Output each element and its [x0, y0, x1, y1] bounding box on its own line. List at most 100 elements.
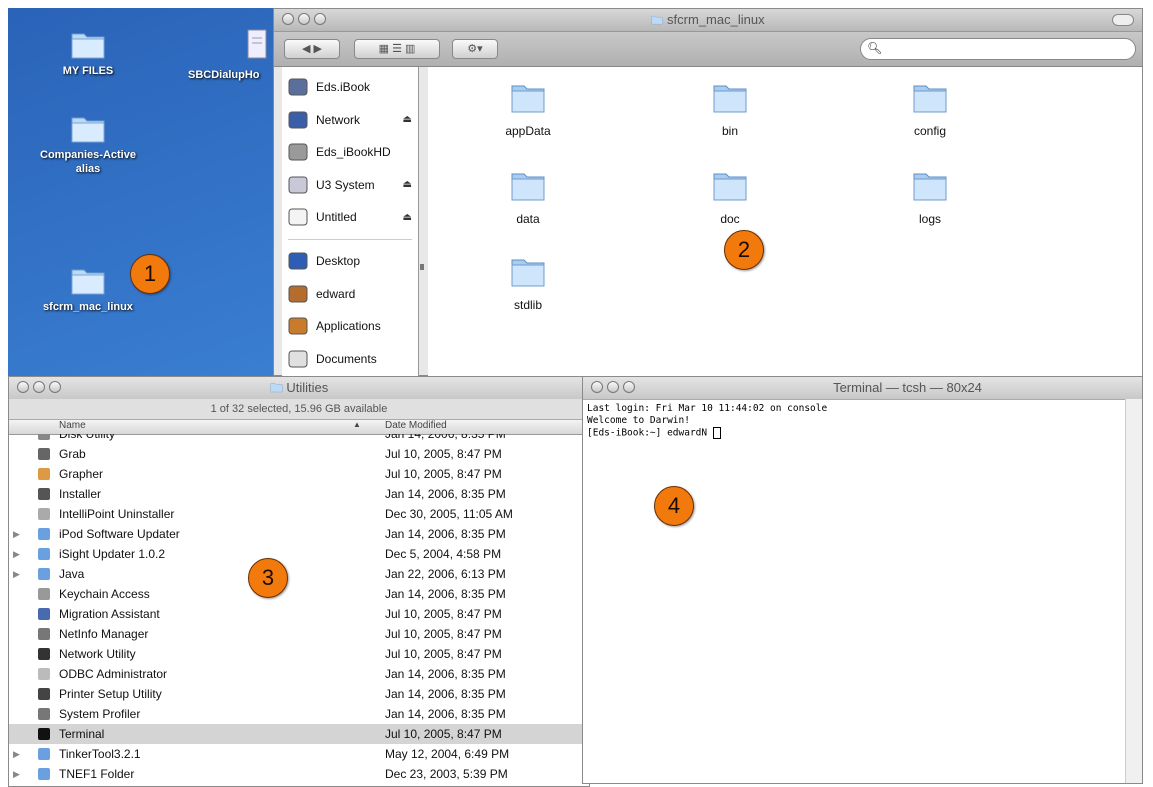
row-date-modified: Jul 10, 2005, 8:47 PM — [385, 647, 502, 661]
disclosure-triangle-icon[interactable]: ▶ — [13, 564, 20, 584]
sidebar-item-documents[interactable]: Documents — [286, 345, 416, 373]
table-row[interactable]: ▶ TinkerTool3.2.1 May 12, 2004, 6:49 PM — [9, 744, 589, 764]
column-header-row: Name ▲ Date Modified — [9, 420, 589, 435]
folder-item-label: bin — [721, 124, 738, 138]
table-row[interactable]: Migration Assistant Jul 10, 2005, 8:47 PM — [9, 604, 589, 624]
folder-item-stdlib[interactable]: stdlib — [468, 253, 588, 312]
finder-content: appData bin config data doc logs stdlib — [428, 67, 1142, 377]
disclosure-triangle-icon[interactable]: ▶ — [13, 524, 20, 544]
sidebar-item-label: Eds.iBook — [316, 80, 371, 94]
disk-icon — [286, 205, 310, 229]
disclosure-triangle-icon[interactable]: ▶ — [13, 544, 20, 564]
table-row[interactable]: Grapher Jul 10, 2005, 8:47 PM — [9, 464, 589, 484]
table-row[interactable]: Terminal Jul 10, 2005, 8:47 PM — [9, 724, 589, 744]
desktop-icon-sbcdialup[interactable]: SBCDialupHo — [188, 28, 278, 82]
row-date-modified: Jan 14, 2006, 8:35 PM — [385, 667, 506, 681]
folder-item-doc[interactable]: doc — [670, 167, 790, 226]
table-row[interactable]: Disk Utility Jan 14, 2006, 8:35 PM — [9, 434, 589, 444]
table-row[interactable]: ▶ TNEF1 Folder Dec 23, 2003, 5:39 PM — [9, 764, 589, 784]
row-date-modified: Jan 14, 2006, 8:35 PM — [385, 587, 506, 601]
table-row[interactable]: ▶ iPod Software Updater Jan 14, 2006, 8:35… — [9, 524, 589, 544]
sidebar-item-label: edward — [316, 286, 356, 301]
table-row[interactable]: ODBC Administrator Jan 14, 2006, 8:35 PM — [9, 664, 589, 684]
sidebar-item-network[interactable]: Network ⏏ — [286, 106, 416, 134]
row-date-modified: Jan 14, 2006, 8:35 PM — [385, 707, 506, 721]
desktop-icon-companies-active[interactable]: Companies-Active alias — [18, 112, 158, 176]
table-row[interactable]: Keychain Access Jan 14, 2006, 8:35 PM — [9, 584, 589, 604]
sidebar-item-label: Untitled — [316, 210, 357, 224]
table-row[interactable]: ▶ Java Jan 22, 2006, 6:13 PM — [9, 564, 589, 584]
application-icon — [37, 647, 51, 661]
sidebar-item-label: Desktop — [316, 254, 361, 268]
row-name: Java — [59, 567, 85, 581]
column-view-icon[interactable]: ▥ — [405, 43, 415, 55]
column-header-name[interactable]: Name — [59, 420, 86, 431]
terminal-scrollbar[interactable] — [1125, 399, 1142, 783]
sidebar-item-eds-ibook[interactable]: Eds.iBook — [286, 73, 416, 101]
utilities-titlebar[interactable]: Utilities — [9, 377, 589, 399]
sidebar-item-applications[interactable]: Applications — [286, 312, 416, 340]
eject-icon[interactable]: ⏏ — [403, 212, 412, 223]
table-row[interactable]: IntelliPoint Uninstaller Dec 30, 2005, 11… — [9, 504, 589, 524]
application-icon — [37, 687, 51, 701]
sidebar-item-untitled[interactable]: Untitled ⏏ — [286, 203, 416, 231]
table-row[interactable]: System Profiler Jan 14, 2006, 8:35 PM — [9, 704, 589, 724]
table-row[interactable]: Printer Setup Utility Jan 14, 2006, 8:35 … — [9, 684, 589, 704]
folder-icon — [713, 85, 747, 113]
folder-item-appdata[interactable]: appData — [468, 79, 588, 138]
forward-arrow-icon[interactable]: ▶ — [314, 43, 322, 55]
terminal-prompt: [Eds-iBook:~] edwardN — [587, 427, 713, 439]
view-mode-buttons[interactable]: ▦ ☰ ▥ — [354, 39, 440, 59]
eject-icon[interactable]: ⏏ — [403, 114, 412, 125]
list-view-icon[interactable]: ☰ — [392, 43, 402, 55]
sidebar-resize-handle[interactable] — [420, 264, 424, 270]
folder-icon — [37, 527, 51, 541]
sidebar-item-eds-ibookhd[interactable]: Eds_iBookHD — [286, 138, 416, 166]
folder-item-label: doc — [720, 212, 740, 226]
table-row[interactable]: Network Utility Jul 10, 2005, 8:47 PM — [9, 644, 589, 664]
sidebar-item-u3-system[interactable]: U3 System ⏏ — [286, 171, 416, 199]
application-icon — [37, 434, 51, 441]
terminal-titlebar[interactable]: Terminal — tcsh — 80x24 — [583, 377, 1142, 400]
sidebar-item-edward[interactable]: edward — [286, 280, 416, 308]
folder-item-data[interactable]: data — [468, 167, 588, 226]
folder-item-bin[interactable]: bin — [670, 79, 790, 138]
icon-view-icon[interactable]: ▦ — [379, 43, 389, 55]
desktop-icon-my-files[interactable]: MY FILES — [18, 28, 158, 78]
table-row[interactable]: NetInfo Manager Jul 10, 2005, 8:47 PM — [9, 624, 589, 644]
back-forward-buttons[interactable]: ◀ ▶ — [284, 39, 340, 59]
folder-item-config[interactable]: config — [870, 79, 990, 138]
disclosure-triangle-icon[interactable]: ▶ — [13, 764, 20, 784]
table-row[interactable]: Grab Jul 10, 2005, 8:47 PM — [9, 444, 589, 464]
row-name: Grapher — [59, 467, 104, 481]
action-menu-button[interactable]: ⚙▾ — [452, 39, 498, 59]
utilities-window: Utilities 1 of 32 selected, 15.96 GB ava… — [8, 376, 590, 787]
table-row[interactable]: Installer Jan 14, 2006, 8:35 PM — [9, 484, 589, 504]
application-icon — [37, 627, 51, 641]
sidebar-item-desktop[interactable]: Desktop — [286, 247, 416, 275]
folder-icon — [71, 33, 105, 59]
table-row[interactable]: ▶ iSight Updater 1.0.2 Dec 5, 2004, 4:58 P… — [9, 544, 589, 564]
folder-icon — [37, 747, 51, 761]
search-input[interactable] — [883, 41, 1127, 59]
toolbar-toggle-button[interactable] — [1112, 14, 1134, 26]
search-field[interactable]: 🔍︎ — [860, 38, 1136, 60]
terminal-output[interactable]: Last login: Fri Mar 10 11:44:02 on conso… — [587, 403, 1122, 779]
status-bar: 1 of 32 selected, 15.96 GB available — [9, 399, 589, 420]
desktop-icon — [286, 249, 310, 273]
row-name: NetInfo Manager — [59, 627, 149, 641]
finder-titlebar[interactable]: sfcrm_mac_linux — [274, 9, 1142, 32]
disclosure-triangle-icon[interactable]: ▶ — [13, 744, 20, 764]
folder-icon — [511, 259, 545, 287]
back-arrow-icon[interactable]: ◀ — [302, 43, 310, 55]
eject-icon[interactable]: ⏏ — [403, 179, 412, 190]
sidebar-item-label: U3 System — [316, 177, 375, 192]
folder-item-label: config — [913, 124, 947, 138]
column-header-date[interactable]: Date Modified — [385, 420, 447, 431]
folder-item-label: data — [516, 212, 540, 226]
application-icon — [37, 667, 51, 681]
document-icon — [247, 29, 267, 59]
row-date-modified: Jul 10, 2005, 8:47 PM — [385, 727, 502, 741]
folder-item-logs[interactable]: logs — [870, 167, 990, 226]
row-date-modified: Jan 14, 2006, 8:35 PM — [385, 487, 506, 501]
